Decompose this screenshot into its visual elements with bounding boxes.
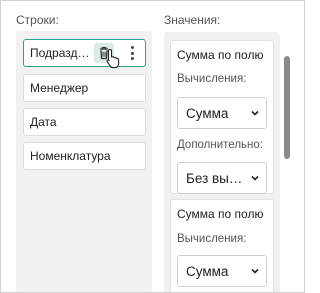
rows-section-title: Строки: <box>16 13 59 27</box>
row-field-data[interactable]: Дата <box>23 108 146 136</box>
value-field-title: Сумма по полю <box>177 48 264 62</box>
row-field-podrazdelenie[interactable]: Подразделение <box>23 39 146 67</box>
chevron-down-icon <box>251 175 259 181</box>
row-field-menedzher[interactable]: Менеджер <box>23 74 146 102</box>
calc-select-value: Сумма <box>186 264 229 279</box>
calc-select[interactable]: Сумма <box>177 255 267 287</box>
extra-calc-select[interactable]: Без вычислений <box>177 162 267 194</box>
mouse-pointer-icon <box>106 48 120 69</box>
value-field-card[interactable]: Сумма по полю Вычисления: Сумма <box>170 199 274 292</box>
value-field-card[interactable]: Сумма по полю Вычисления: Сумма Дополнит… <box>170 40 274 194</box>
chevron-down-icon <box>251 110 259 116</box>
row-field-label: Дата <box>30 115 57 129</box>
row-field-label: Менеджер <box>30 81 89 95</box>
calc-label: Вычисления: <box>177 233 247 245</box>
row-field-label: Подразделение <box>30 46 92 60</box>
values-drop-zone[interactable]: Сумма по полю Вычисления: Сумма Дополнит… <box>164 32 280 292</box>
rows-drop-zone[interactable]: Подразделение Менеджер Дата Номенклатура <box>16 31 152 292</box>
calc-select[interactable]: Сумма <box>177 97 267 129</box>
calc-select-value: Сумма <box>186 106 229 121</box>
chevron-down-icon <box>251 268 259 274</box>
extra-label: Дополнительно: <box>177 139 263 151</box>
row-field-label: Номенклатура <box>30 149 111 163</box>
value-field-title: Сумма по полю <box>177 207 264 221</box>
row-field-nomenklatura[interactable]: Номенклатура <box>23 142 146 170</box>
scrollbar-thumb[interactable] <box>284 56 290 159</box>
values-section-title: Значения: <box>164 13 221 27</box>
kebab-menu-icon[interactable] <box>128 45 136 61</box>
extra-select-value: Без вычислений <box>186 171 246 186</box>
pivot-field-settings: Строки: Подразделение Менеджер Дата Номе… <box>0 0 305 293</box>
calc-label: Вычисления: <box>177 73 247 85</box>
